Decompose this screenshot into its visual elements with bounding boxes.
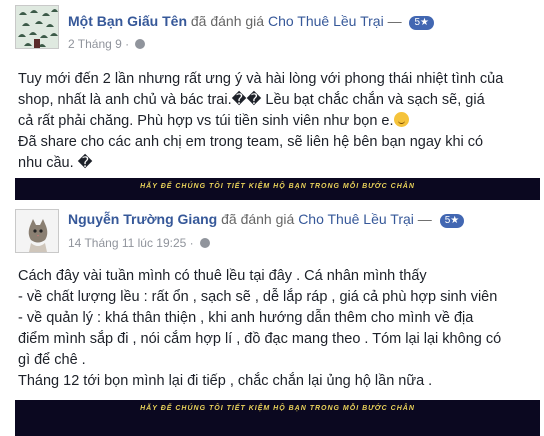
post-date[interactable]: 14 Tháng 11 lúc 19:25 · xyxy=(68,236,210,250)
review-line: điểm mình sắp đi , nói cắm hợp lí , đồ đ… xyxy=(18,331,502,347)
review-line: Cách đây vài tuần mình có thuê lều tại đ… xyxy=(18,268,427,284)
smile-emoji-icon xyxy=(393,112,409,127)
review-line: cả rất phải chăng. Phù hợp vs túi tiền s… xyxy=(18,111,538,132)
author-name[interactable]: Một Bạn Giấu Tên xyxy=(68,13,187,29)
review-line: shop, nhất là anh chủ và bác trai.�� Lều… xyxy=(18,92,485,108)
review-body: Tuy mới đến 2 lần nhưng rất ưng ý và hài… xyxy=(18,69,538,174)
review-line: Tuy mới đến 2 lần nhưng rất ưng ý và hài… xyxy=(18,71,504,87)
dash: — xyxy=(387,13,402,29)
review-line: - về quản lý : khá thân thiện , khi anh … xyxy=(18,310,474,326)
globe-icon xyxy=(199,238,210,248)
date-text[interactable]: 14 Tháng 11 lúc 19:25 · xyxy=(68,236,194,250)
author-name[interactable]: Nguyễn Trường Giang xyxy=(68,211,217,227)
rating-badge: 5★ xyxy=(439,214,465,228)
review-header: Một Bạn Giấu Tên đã đánh giá Cho Thuê Lề… xyxy=(68,13,434,30)
review-card: Nguyễn Trường Giang đã đánh giá Cho Thuê… xyxy=(0,202,544,436)
cat-avatar-icon xyxy=(16,210,58,252)
banner-caption: HÃY ĐỂ CHÚNG TÔI TIẾT KIỆM HỘ BẠN TRONG … xyxy=(140,183,415,190)
review-line: nhu cầu. � xyxy=(18,155,93,171)
review-verb: đã đánh giá xyxy=(221,211,295,227)
attached-banner-image[interactable]: HÃY ĐỂ CHÚNG TÔI TIẾT KIỆM HỘ BẠN TRONG … xyxy=(15,400,540,436)
banner-caption: HÃY ĐỂ CHÚNG TÔI TIẾT KIỆM HỘ BẠN TRONG … xyxy=(140,405,415,412)
page-name-link[interactable]: Cho Thuê Lều Trại xyxy=(298,211,414,227)
review-card: Một Bạn Giấu Tên đã đánh giá Cho Thuê Lề… xyxy=(0,0,544,200)
review-line: Đã share cho các anh chị em trong team, … xyxy=(18,134,484,150)
date-text[interactable]: 2 Tháng 9 · xyxy=(68,37,129,51)
page-name-link[interactable]: Cho Thuê Lều Trại xyxy=(268,13,384,29)
review-line-text: cả rất phải chăng. Phù hợp vs túi tiền s… xyxy=(18,113,394,129)
globe-icon xyxy=(135,39,146,49)
attached-banner-image[interactable]: HÃY ĐỂ CHÚNG TÔI TIẾT KIỆM HỘ BẠN TRONG … xyxy=(15,178,540,200)
rating-badge: 5★ xyxy=(409,16,434,30)
review-line: - về chất lượng lều : rất ổn , sạch sẽ ,… xyxy=(18,289,498,305)
avatar[interactable] xyxy=(15,5,59,49)
avatar[interactable] xyxy=(15,209,59,253)
umbrella-pattern-icon xyxy=(16,6,58,48)
review-line: gì để chê . xyxy=(18,352,86,368)
post-date[interactable]: 2 Tháng 9 · xyxy=(68,37,146,51)
review-verb: đã đánh giá xyxy=(190,13,265,29)
review-line: Tháng 12 tới bọn mình lại đi tiếp , chắc… xyxy=(18,373,433,389)
review-header: Nguyễn Trường Giang đã đánh giá Cho Thuê… xyxy=(68,211,465,228)
dash: — xyxy=(417,211,432,227)
review-body: Cách đây vài tuần mình có thuê lều tại đ… xyxy=(18,266,538,392)
